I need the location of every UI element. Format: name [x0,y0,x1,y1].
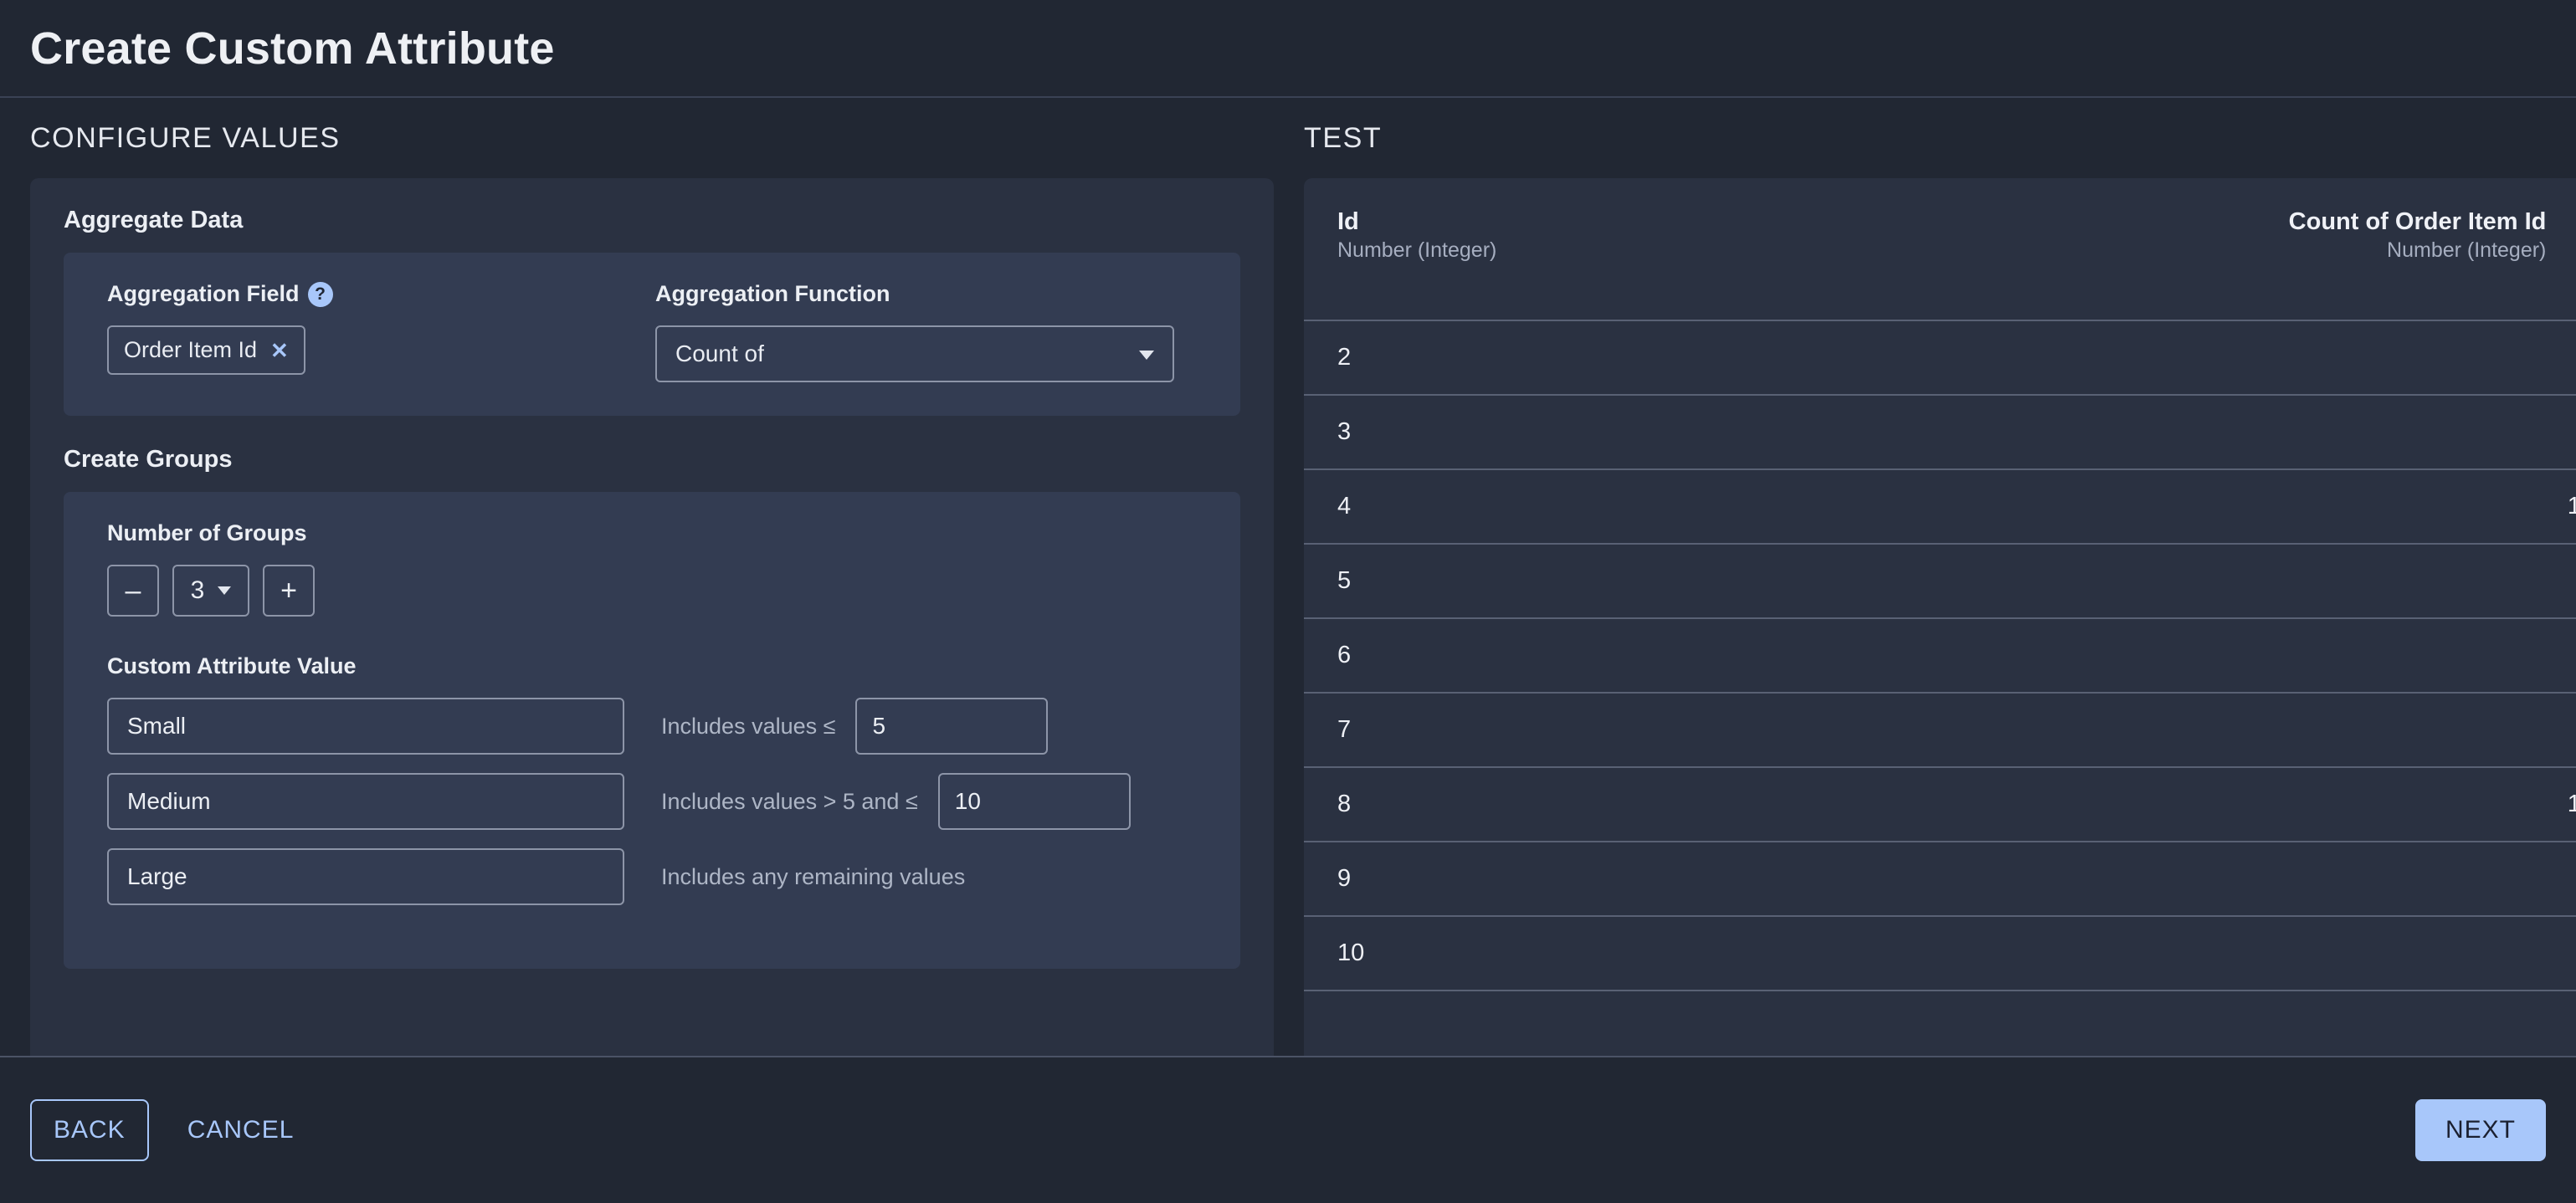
test-column: TEST TEST Id Number (Integer) Count of O… [1304,98,2576,1056]
table-row[interactable]: 7 7 Medium [1304,692,2576,766]
column-header-count[interactable]: Count of Order Item Id Number (Integer) [1815,207,2561,264]
group-name-input-3[interactable] [107,848,624,905]
dialog-titlebar: Create Custom Attribute [0,0,2576,98]
next-button[interactable]: NEXT [2414,1099,2546,1161]
aggregation-function-select[interactable]: Count of [655,325,1174,382]
aggregation-function-group: Aggregation Function Count of [655,281,1197,382]
chevron-down-icon [1139,351,1154,360]
custom-attribute-value-label: Custom Attribute Value [107,653,357,678]
table-row[interactable]: 8 18 Large [1304,766,2576,841]
column-header-id[interactable]: Id Number (Integer) [1337,207,1815,264]
number-of-groups-stepper: – 3 + [107,565,1197,617]
cell-count: 5 [1814,642,2576,669]
column-header-count-type: Number (Integer) [2387,238,2547,263]
table-row[interactable]: 4 15 Large [1304,468,2576,543]
cell-count: 9 [1814,939,2576,967]
page-title: Create Custom Attribute [30,23,555,74]
cell-count: 18 [2567,791,2576,817]
group-bound-input-1[interactable] [855,698,1049,755]
aggregation-field-chip[interactable]: Order Item Id ✕ [107,325,305,375]
column-header-id-label: Id [1337,208,1359,235]
table-row[interactable]: 9 8 Medium [1304,841,2576,915]
column-header-count-label: Count of Order Item Id [2288,208,2547,235]
cell-id: 5 [1337,567,1352,594]
cell-id: 9 [1337,865,1352,892]
table-header-row: Id Number (Integer) Count of Order Item … [1304,178,2576,320]
create-custom-attribute-dialog: Create Custom Attribute CONFIGURE VALUES… [0,0,2576,1203]
test-header: TEST TEST [1304,98,2576,178]
group-bound-input-2[interactable] [937,773,1131,830]
group-name-input-1[interactable] [107,698,624,755]
help-circle-icon[interactable]: ? [307,281,333,307]
close-icon[interactable]: ✕ [270,340,289,361]
cell-count: 7 [1814,716,2576,744]
column-header-id-type: Number (Integer) [1337,238,1497,263]
group-name-input-2[interactable] [107,773,624,830]
test-results-panel: Id Number (Integer) Count of Order Item … [1304,178,2576,1056]
chevron-down-icon [218,586,232,595]
aggregation-field-label-wrap: Aggregation Field ? [107,281,655,307]
cell-count: 8 [1814,344,2576,371]
increment-groups-button[interactable]: + [263,565,315,617]
group-row: Includes any remaining values [107,848,1197,905]
cell-id: 4 [1337,493,1352,520]
create-groups-heading: Create Groups [64,446,233,473]
table-row[interactable]: 3 2 Small [1304,394,2576,468]
group-row: Includes values > 5 and ≤ [107,773,1197,830]
group-condition-label-1: Includes values ≤ [661,713,836,739]
column-header-custom-attribute[interactable]: Custom Attribute Text [2561,207,2576,294]
aggregation-function-value: Count of [675,340,764,366]
footer-left-actions: BACK CANCEL [30,1099,302,1161]
table-row[interactable]: 10 9 Medium [1304,915,2576,990]
aggregate-fields-row: Aggregation Field ? Order Item Id ✕ Aggr… [107,281,1197,382]
number-of-groups-label: Number of Groups [107,520,307,545]
groups-count-select[interactable]: 3 [172,565,249,617]
create-groups-card: Number of Groups – 3 + Custom Attribute … [64,492,1240,969]
aggregation-field-group: Aggregation Field ? Order Item Id ✕ [107,281,655,382]
cell-id: 2 [1337,344,1352,371]
cell-id: 7 [1337,716,1352,743]
aggregation-function-label: Aggregation Function [655,281,890,306]
group-condition-label-2: Includes values > 5 and ≤ [661,788,918,814]
table-row[interactable]: 2 8 Medium [1304,320,2576,394]
table-row[interactable]: 5 4 Small [1304,543,2576,617]
cell-count: 15 [2567,493,2576,520]
groups-count-value: 3 [190,576,205,604]
cell-id: 3 [1337,418,1352,445]
aggregate-data-heading: Aggregate Data [64,207,244,233]
group-row: Includes values ≤ [107,698,1197,755]
group-condition-label-3: Includes any remaining values [661,863,966,889]
dialog-body: CONFIGURE VALUES Aggregate Data Aggregat… [0,98,2576,1056]
cell-count: 4 [1814,567,2576,595]
cell-count: 8 [1814,865,2576,893]
dialog-footer: BACK CANCEL NEXT [0,1056,2576,1203]
cell-count: 2 [1814,418,2576,446]
back-button[interactable]: BACK [30,1099,149,1161]
aggregation-field-chip-label: Order Item Id [124,337,258,362]
cell-id: 8 [1337,791,1352,817]
cell-id: 6 [1337,642,1352,668]
aggregation-function-label-wrap: Aggregation Function [655,281,1197,307]
aggregate-data-card: Aggregation Field ? Order Item Id ✕ Aggr… [64,253,1240,416]
configure-values-title: CONFIGURE VALUES [30,121,341,154]
configure-values-header: CONFIGURE VALUES [30,98,1274,178]
table-row-partial[interactable] [1304,990,2576,1056]
configure-values-column: CONFIGURE VALUES Aggregate Data Aggregat… [0,98,1304,1056]
decrement-groups-button[interactable]: – [107,565,159,617]
cancel-button[interactable]: CANCEL [179,1101,303,1159]
cell-id: 10 [1337,939,1365,966]
test-results-table: Id Number (Integer) Count of Order Item … [1304,178,2576,1056]
aggregation-field-label: Aggregation Field [107,281,300,306]
configure-values-panel: Aggregate Data Aggregation Field ? Order… [30,178,1274,1056]
table-row[interactable]: 6 5 Small [1304,617,2576,692]
test-title: TEST [1304,121,1383,154]
